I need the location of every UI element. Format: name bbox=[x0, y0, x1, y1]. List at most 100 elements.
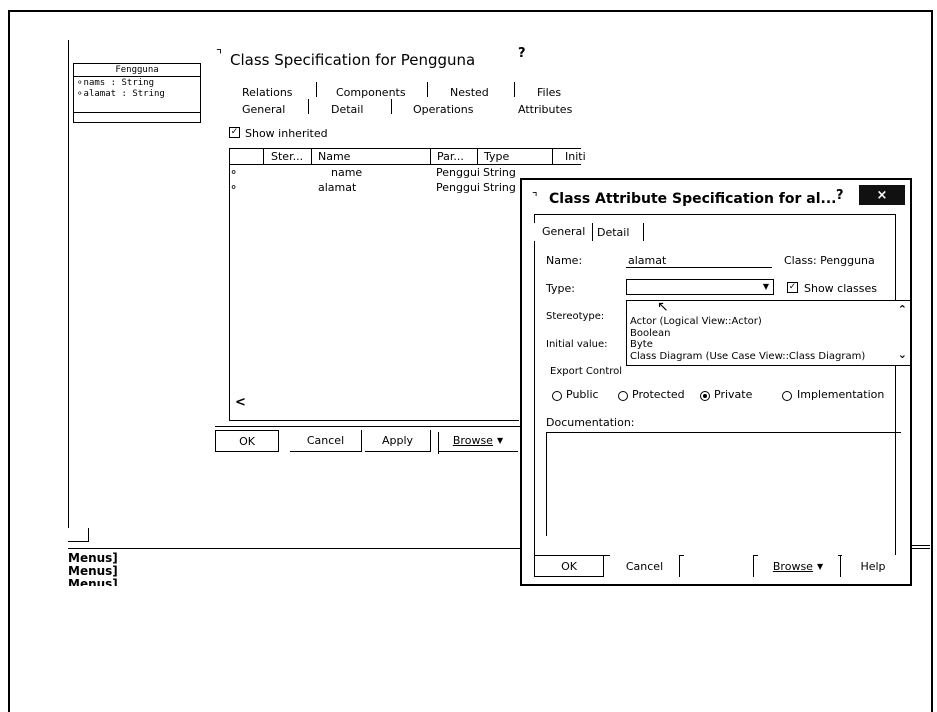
browse-button-label: Browse bbox=[452, 434, 493, 447]
dropdown-option[interactable]: Actor (Logical View::Actor) bbox=[630, 316, 762, 327]
attribute-icon: ⚬ bbox=[229, 181, 239, 194]
uml-class-title: Fengguna bbox=[74, 64, 200, 77]
radio-private[interactable] bbox=[700, 391, 710, 401]
radio-public[interactable] bbox=[552, 391, 562, 401]
tab-relations[interactable]: Relations bbox=[242, 86, 293, 99]
tab-sep bbox=[427, 82, 428, 97]
chevron-up-icon[interactable]: ⌃ bbox=[898, 303, 907, 316]
scroll-left-button[interactable]: < bbox=[235, 395, 246, 410]
type-dropdown-list[interactable]: Actor (Logical View::Actor) Boolean Byte… bbox=[626, 299, 911, 366]
name-label: Name: bbox=[546, 254, 583, 267]
uml-ops-divider bbox=[74, 112, 200, 113]
chevron-down-icon[interactable]: ▼ bbox=[763, 282, 769, 291]
cancel-button[interactable]: Cancel bbox=[290, 430, 362, 452]
name-input[interactable]: alamat bbox=[626, 250, 772, 268]
dropdown-option[interactable]: Boolean bbox=[630, 328, 671, 339]
stereotype-label: Stereotype: bbox=[546, 311, 605, 322]
uml-attr-row: ⚬alamat : String bbox=[76, 89, 165, 99]
mouse-cursor-icon: ↖ bbox=[657, 299, 669, 315]
tab-attributes[interactable]: Attributes bbox=[518, 103, 572, 116]
dialog-help-text-button[interactable]: Help bbox=[842, 555, 904, 577]
class-label: Class: Pengguna bbox=[784, 254, 875, 267]
browse-button[interactable]: Browse ▼ bbox=[438, 430, 518, 452]
tab-detail[interactable]: Detail bbox=[331, 103, 363, 116]
initial-value-label: Initial value: bbox=[546, 339, 608, 350]
col-sep bbox=[263, 149, 264, 164]
dropdown-option[interactable]: Byte bbox=[630, 339, 653, 350]
diagram-left-border bbox=[68, 40, 69, 528]
column-header-stereotype[interactable]: Ster... bbox=[271, 150, 303, 163]
apply-button[interactable]: Apply bbox=[365, 430, 431, 452]
uml-class-box[interactable]: Fengguna ⚬nams : String ⚬alamat : String bbox=[73, 63, 201, 123]
spec-title-icon: ⌝ bbox=[216, 48, 223, 63]
show-classes-label: Show classes bbox=[804, 282, 877, 295]
tab-nested[interactable]: Nested bbox=[450, 86, 489, 99]
tab-sep bbox=[316, 82, 317, 97]
tab-general-label: General bbox=[542, 225, 586, 238]
col-sep bbox=[430, 149, 431, 164]
list-top-border bbox=[229, 148, 581, 149]
diagram-corner bbox=[68, 541, 88, 542]
tab-components[interactable]: Components bbox=[336, 86, 406, 99]
button-bar-top bbox=[215, 426, 520, 427]
type-label: Type: bbox=[546, 282, 575, 295]
show-classes-checkbox[interactable]: ✓ bbox=[787, 282, 798, 293]
radio-implementation[interactable] bbox=[782, 391, 792, 401]
dialog-help-button[interactable]: ? bbox=[836, 188, 844, 203]
btn-sep bbox=[438, 432, 439, 454]
attribute-dialog: ⌝ Class Attribute Specification for al..… bbox=[520, 178, 912, 586]
dialog-title: Class Attribute Specification for al... bbox=[549, 191, 837, 207]
dialog-title-icon: ⌝ bbox=[532, 190, 538, 204]
ok-button[interactable]: OK bbox=[215, 430, 279, 452]
column-header-type[interactable]: Type bbox=[484, 150, 509, 163]
attribute-icon: ⚬ bbox=[229, 166, 239, 179]
tab-sep bbox=[308, 99, 309, 114]
dialog-browse-label: Browse bbox=[772, 559, 813, 573]
col-sep bbox=[311, 149, 312, 164]
column-header-name[interactable]: Name bbox=[318, 150, 350, 163]
documentation-textarea[interactable] bbox=[546, 432, 901, 536]
column-header-parent[interactable]: Par... bbox=[437, 150, 464, 163]
diagram-corner-v bbox=[88, 528, 89, 542]
row-name: name bbox=[331, 166, 363, 179]
radio-implementation-label: Implementation bbox=[797, 388, 885, 401]
dropdown-arrow-icon: ▼ bbox=[816, 561, 824, 571]
radio-protected[interactable] bbox=[618, 391, 628, 401]
column-header-initial[interactable]: Initi bbox=[565, 150, 586, 163]
dialog-cancel-button[interactable]: Cancel bbox=[610, 555, 680, 577]
tab-sep bbox=[514, 82, 515, 97]
tab-general-active[interactable]: General bbox=[534, 223, 593, 241]
menus-item: Menus] bbox=[68, 578, 118, 586]
tab-operations[interactable]: Operations bbox=[413, 103, 473, 116]
tab-sep bbox=[391, 99, 392, 114]
row-parent: Penggui bbox=[436, 166, 480, 179]
dialog-ok-button[interactable]: OK bbox=[534, 555, 604, 577]
close-button[interactable]: × bbox=[859, 185, 905, 205]
row-name: alamat bbox=[318, 181, 357, 194]
col-sep bbox=[552, 149, 553, 164]
spec-title: Class Specification for Pengguna bbox=[230, 51, 476, 69]
dialog-blank-button[interactable] bbox=[684, 555, 754, 577]
menus-list: Menus] Menus] Menus] bbox=[68, 552, 118, 587]
dropdown-option[interactable]: Class Diagram (Use Case View::Class Diag… bbox=[630, 351, 895, 362]
radio-protected-label: Protected bbox=[632, 388, 685, 401]
show-inherited-checkbox[interactable]: ✓ bbox=[229, 127, 240, 138]
type-combobox[interactable]: ▼ bbox=[626, 279, 774, 295]
uml-attr-row: ⚬nams : String bbox=[76, 78, 154, 88]
table-row[interactable]: ⚬ name Penggui String bbox=[229, 166, 519, 180]
table-row[interactable]: ⚬ alamat Penggui String bbox=[229, 181, 519, 195]
diagram-bottom-border-2 bbox=[910, 545, 930, 546]
menus-item: Menus] bbox=[68, 564, 118, 578]
spec-help-button[interactable]: ? bbox=[518, 46, 526, 61]
export-control-label: Export Control bbox=[550, 366, 623, 377]
row-type: String bbox=[483, 166, 516, 179]
dialog-browse-button[interactable]: Browse ▼ bbox=[758, 555, 838, 577]
tab-detail[interactable]: Detail bbox=[593, 223, 644, 241]
radio-public-label: Public bbox=[566, 388, 599, 401]
btn-sep bbox=[840, 555, 841, 577]
list-bottom-border bbox=[229, 420, 519, 421]
tab-general[interactable]: General bbox=[242, 103, 285, 116]
tab-files[interactable]: Files bbox=[537, 86, 561, 99]
chevron-down-icon[interactable]: ⌄ bbox=[898, 348, 907, 361]
row-type: String bbox=[483, 181, 516, 194]
